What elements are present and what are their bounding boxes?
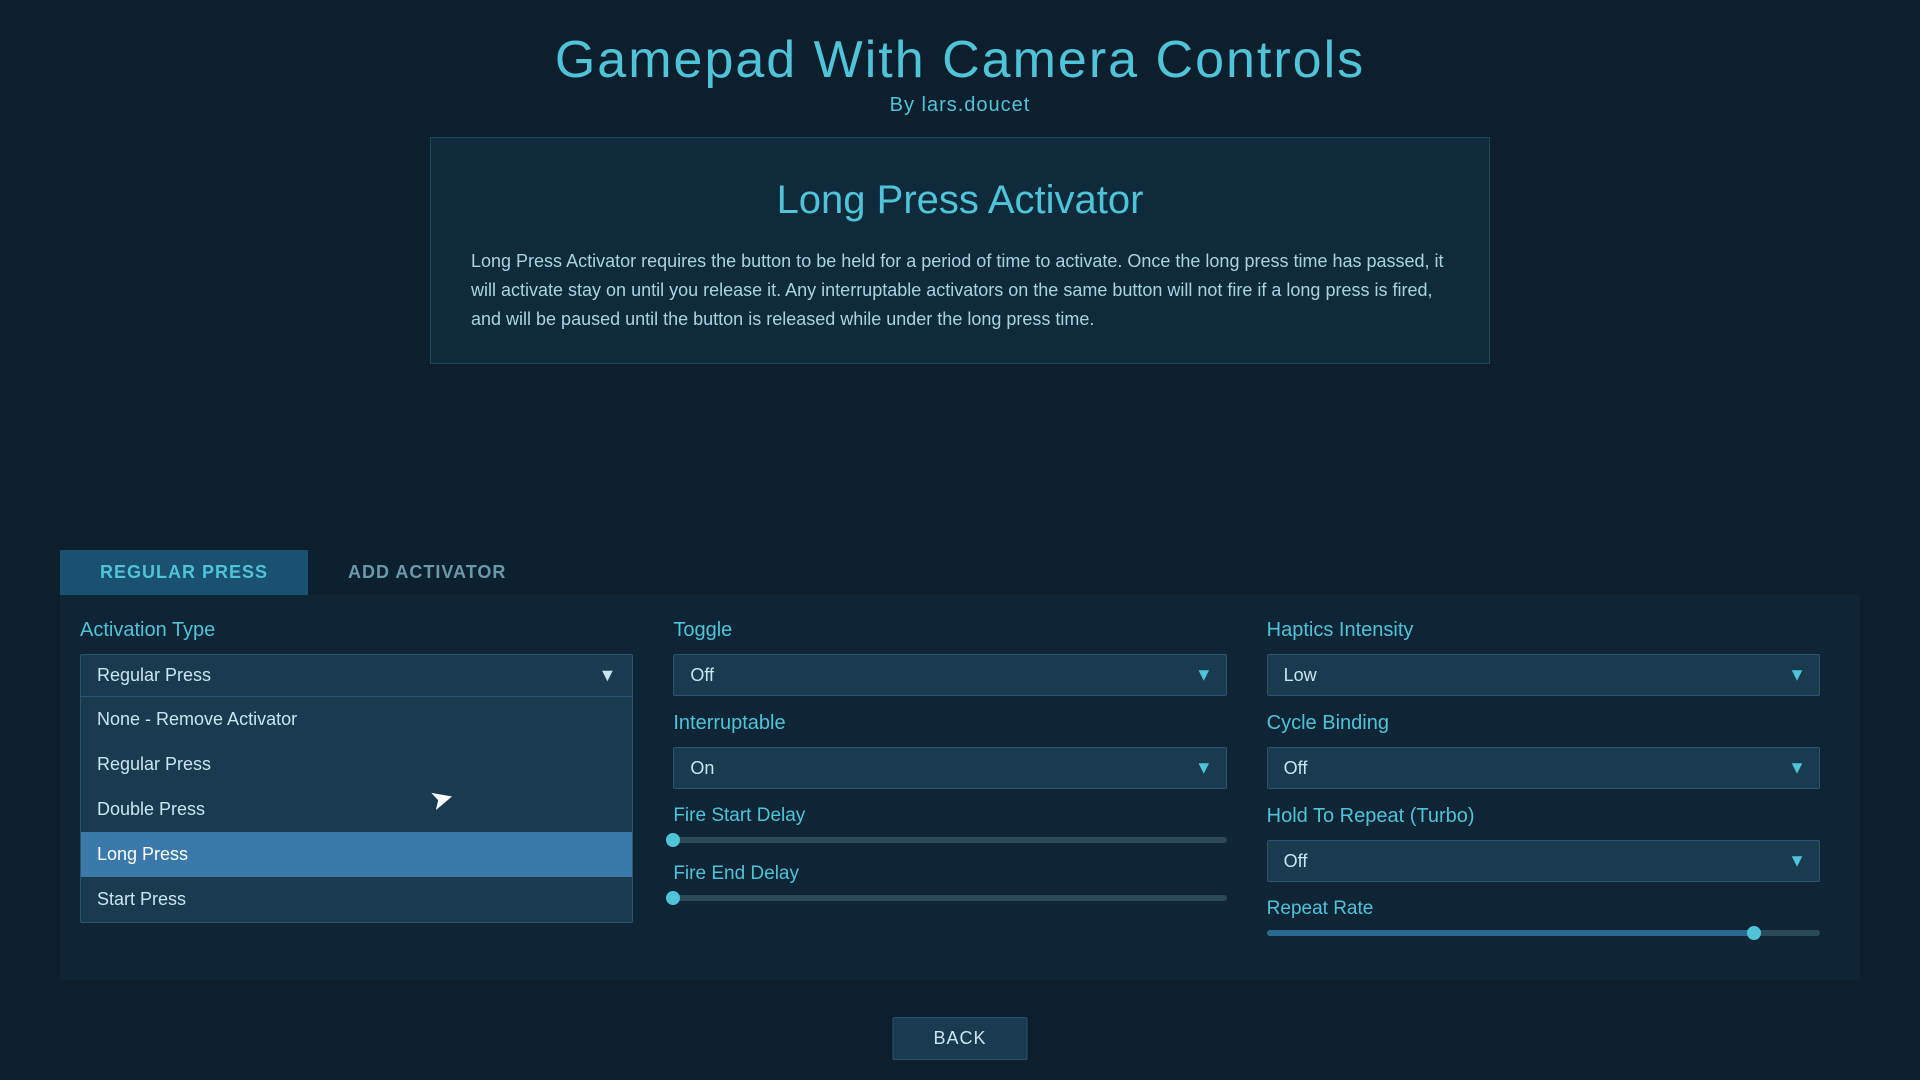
activation-type-label: Activation Type [80,619,633,642]
interruptable-label: Interruptable [673,712,1226,735]
dropdown-selected-value[interactable]: Regular Press ▼ [80,654,633,697]
toggle-dropdown[interactable]: Off On [673,654,1226,696]
tab-bar: REGULAR PRESS ADD ACTIVATOR [60,550,1860,595]
page-subtitle: By lars.doucet [0,94,1920,117]
controls-area: Activation Type Regular Press ▼ None - R… [60,595,1860,980]
page-title-area: Gamepad With Camera Controls By lars.dou… [0,0,1920,127]
panel-description: Long Press Activator requires the button… [471,247,1449,333]
interruptable-dropdown[interactable]: On Off [673,747,1226,789]
interruptable-dropdown-wrapper: On Off ▼ [673,747,1226,789]
cycle-binding-dropdown[interactable]: Off On [1267,747,1820,789]
hold-to-repeat-dropdown-wrapper: Off On ▼ [1267,840,1820,882]
cycle-binding-dropdown-wrapper: Off On ▼ [1267,747,1820,789]
fire-end-delay-label: Fire End Delay [673,863,1226,885]
panel-title: Long Press Activator [471,178,1449,223]
repeat-rate-fill [1267,930,1754,936]
left-column: Activation Type Regular Press ▼ None - R… [80,619,653,956]
middle-column: Toggle Off On ▼ Interruptable On Off ▼ F… [653,619,1246,956]
repeat-rate-track[interactable] [1267,930,1820,936]
cycle-binding-label: Cycle Binding [1267,712,1820,735]
dropdown-item-none[interactable]: None - Remove Activator [81,697,632,742]
hold-to-repeat-dropdown[interactable]: Off On [1267,840,1820,882]
repeat-rate-section: Repeat Rate [1267,898,1820,936]
haptics-dropdown[interactable]: Low Medium High Off [1267,654,1820,696]
toggle-dropdown-wrapper: Off On ▼ [673,654,1226,696]
main-panel: Long Press Activator Long Press Activato… [430,137,1490,364]
hold-to-repeat-label: Hold To Repeat (Turbo) [1267,805,1820,828]
dropdown-item-regular-press[interactable]: Regular Press [81,742,632,787]
dropdown-item-start-press[interactable]: Start Press [81,877,632,922]
fire-end-delay-section: Fire End Delay [673,863,1226,901]
dropdown-list: None - Remove Activator Regular Press Do… [80,697,633,923]
dropdown-item-long-press[interactable]: Long Press [81,832,632,877]
right-column: Haptics Intensity Low Medium High Off ▼ … [1247,619,1840,956]
back-button-area: BACK [892,1017,1027,1060]
page-title: Gamepad With Camera Controls [0,30,1920,90]
fire-start-delay-section: Fire Start Delay [673,805,1226,843]
dropdown-chevron-icon: ▼ [599,665,617,686]
bottom-section: REGULAR PRESS ADD ACTIVATOR Activation T… [0,550,1920,980]
tab-regular-press[interactable]: REGULAR PRESS [60,550,308,595]
repeat-rate-label: Repeat Rate [1267,898,1820,920]
haptics-label: Haptics Intensity [1267,619,1820,642]
back-button[interactable]: BACK [892,1017,1027,1060]
tab-add-activator[interactable]: ADD ACTIVATOR [308,550,546,595]
fire-start-delay-label: Fire Start Delay [673,805,1226,827]
dropdown-current-value: Regular Press [97,665,211,686]
fire-end-delay-thumb[interactable] [666,891,680,905]
fire-end-delay-track[interactable] [673,895,1226,901]
haptics-dropdown-wrapper: Low Medium High Off ▼ [1267,654,1820,696]
activation-type-dropdown[interactable]: Regular Press ▼ None - Remove Activator … [80,654,633,697]
dropdown-item-double-press[interactable]: Double Press [81,787,632,832]
fire-start-delay-thumb[interactable] [666,833,680,847]
fire-start-delay-track[interactable] [673,837,1226,843]
toggle-label: Toggle [673,619,1226,642]
repeat-rate-thumb[interactable] [1747,926,1761,940]
